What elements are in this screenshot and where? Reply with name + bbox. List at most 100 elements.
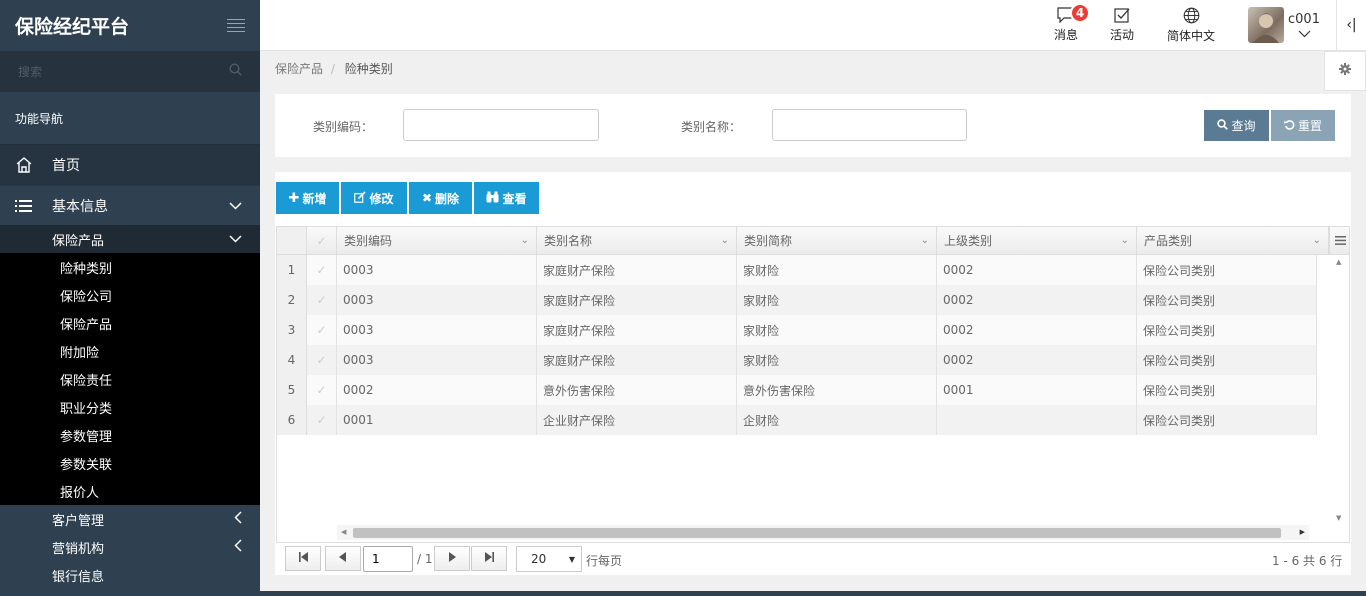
- menu-toggle-icon[interactable]: [227, 18, 245, 33]
- sidebar-item-bank[interactable]: 银行信息: [0, 561, 260, 589]
- sidebar: 保险经纪平台 功能导航 首页 基本信息 保险产品 险种类别 保险公司 保险: [0, 0, 260, 596]
- select-all-checkbox[interactable]: ✓: [307, 227, 337, 254]
- category-code-cell: 0002: [337, 375, 537, 405]
- search-button[interactable]: 查询: [1204, 110, 1269, 141]
- category-code-cell: 0001: [337, 405, 537, 435]
- scroll-thumb[interactable]: [353, 528, 1281, 538]
- parent-category-cell: 0002: [937, 315, 1137, 345]
- scroll-up-icon[interactable]: ▲: [1336, 258, 1341, 266]
- sidebar-item-customer[interactable]: 客户管理: [0, 505, 260, 533]
- check-icon: ✓: [316, 263, 327, 277]
- category-short-cell: 家财险: [737, 345, 937, 375]
- sidebar-item-liability[interactable]: 保险责任: [0, 365, 260, 393]
- code-label: 类别编码：: [313, 120, 374, 134]
- avatar[interactable]: [1248, 7, 1284, 43]
- column-header[interactable]: 类别编码 ⌄: [337, 227, 537, 254]
- code-input[interactable]: [403, 109, 599, 141]
- page-number-input[interactable]: [363, 546, 413, 572]
- sidebar-item-quoter[interactable]: 报价人: [0, 477, 260, 505]
- column-header[interactable]: 类别简称 ⌄: [737, 227, 937, 254]
- row-checkbox[interactable]: ✓: [307, 255, 337, 285]
- row-checkbox[interactable]: ✓: [307, 345, 337, 375]
- language-button[interactable]: 简体中文: [1166, 0, 1216, 50]
- row-checkbox[interactable]: ✓: [307, 315, 337, 345]
- vertical-scrollbar[interactable]: ▲ ▼: [1331, 255, 1349, 525]
- row-number: 1: [277, 255, 307, 285]
- table-row[interactable]: 3 ✓ 0003 家庭财产保险 家财险 0002 保险公司类别: [277, 315, 1317, 345]
- sidebar-item-marketing[interactable]: 营销机构: [0, 533, 260, 561]
- view-button[interactable]: 查看: [474, 182, 539, 214]
- sidebar-item-label: 营销机构: [52, 541, 105, 557]
- search-icon[interactable]: [229, 63, 242, 80]
- check-icon: ✓: [316, 323, 327, 337]
- edit-label: 修改: [369, 191, 394, 206]
- close-icon: ✖: [421, 191, 433, 205]
- sidebar-item-label: 保险产品: [52, 233, 105, 249]
- sidebar-search-input[interactable]: [18, 64, 198, 79]
- first-page-button[interactable]: [285, 546, 321, 571]
- logo-bar: 保险经纪平台: [0, 0, 260, 51]
- breadcrumb-parent[interactable]: 保险产品: [275, 62, 323, 76]
- name-label: 类别名称：: [681, 120, 742, 134]
- table-row[interactable]: 1 ✓ 0003 家庭财产保险 家财险 0002 保险公司类别: [277, 255, 1317, 285]
- sidebar-item-category[interactable]: 险种类别: [0, 253, 260, 281]
- column-header-label: 类别简称: [744, 234, 793, 248]
- table-row[interactable]: 2 ✓ 0003 家庭财产保险 家财险 0002 保险公司类别: [277, 285, 1317, 315]
- plus-icon: ✚: [288, 190, 300, 206]
- sidebar-item-basic-info[interactable]: 基本信息: [0, 185, 260, 225]
- column-header-label: 类别名称: [544, 234, 593, 248]
- gear-icon: [1339, 63, 1351, 79]
- category-name-cell: 家庭财产保险: [537, 345, 737, 375]
- sidebar-item-company[interactable]: 保险公司: [0, 281, 260, 309]
- user-menu[interactable]: c001: [1286, 0, 1322, 50]
- sidebar-item-rider[interactable]: 附加险: [0, 337, 260, 365]
- table-row[interactable]: 5 ✓ 0002 意外伤害保险 意外伤害保险 0001 保险公司类别: [277, 375, 1317, 405]
- activity-button[interactable]: 活动: [1108, 0, 1136, 50]
- reset-button[interactable]: 重置: [1271, 110, 1335, 141]
- collapse-button[interactable]: ‹|: [1336, 0, 1366, 50]
- home-icon: [15, 156, 37, 174]
- view-label: 查看: [502, 191, 527, 206]
- next-page-button[interactable]: [434, 546, 470, 571]
- column-header[interactable]: 类别名称 ⌄: [537, 227, 737, 254]
- edit-button[interactable]: 修改: [341, 182, 407, 214]
- sidebar-item-home[interactable]: 首页: [0, 145, 260, 185]
- product-category-cell: 保险公司类别: [1137, 285, 1317, 315]
- sidebar-item-insurance-products[interactable]: 保险产品: [0, 225, 260, 253]
- column-header-label: 类别编码: [344, 234, 393, 248]
- table-row[interactable]: 4 ✓ 0003 家庭财产保险 家财险 0002 保险公司类别: [277, 345, 1317, 375]
- sidebar-item-product[interactable]: 保险产品: [0, 309, 260, 337]
- name-input[interactable]: [772, 109, 967, 141]
- column-menu-button[interactable]: [1329, 227, 1349, 254]
- row-number: 3: [277, 315, 307, 345]
- page-size-select[interactable]: 20 ▼: [516, 546, 582, 572]
- prev-page-button[interactable]: [325, 546, 361, 571]
- product-category-cell: 保险公司类别: [1137, 315, 1317, 345]
- check-icon: ✓: [316, 383, 327, 397]
- search-icon: [1217, 118, 1229, 133]
- checkbox-icon: [1113, 7, 1131, 26]
- column-header[interactable]: 产品类别 ⌄: [1137, 227, 1329, 254]
- scroll-down-icon[interactable]: ▼: [1336, 514, 1341, 522]
- row-checkbox[interactable]: ✓: [307, 285, 337, 315]
- category-name-cell: 家庭财产保险: [537, 255, 737, 285]
- messages-button[interactable]: 消息 4: [1052, 0, 1090, 50]
- query-panel: 类别编码： 类别名称： 查询 重置: [275, 94, 1351, 157]
- last-page-button[interactable]: [471, 546, 507, 571]
- settings-button[interactable]: [1324, 51, 1366, 91]
- scroll-right-icon[interactable]: ▶: [1300, 528, 1305, 536]
- scroll-left-icon[interactable]: ◀: [341, 528, 346, 536]
- sidebar-item-params[interactable]: 参数管理: [0, 421, 260, 449]
- row-checkbox[interactable]: ✓: [307, 405, 337, 435]
- horizontal-scrollbar[interactable]: ◀ ▶: [337, 525, 1309, 540]
- column-header[interactable]: 上级类别 ⌄: [937, 227, 1137, 254]
- table-row[interactable]: 6 ✓ 0001 企业财产保险 企财险 保险公司类别: [277, 405, 1317, 435]
- chevron-down-icon: [229, 198, 242, 214]
- add-button[interactable]: ✚ 新增: [276, 182, 339, 214]
- row-checkbox[interactable]: ✓: [307, 375, 337, 405]
- undo-icon: [1283, 119, 1295, 133]
- sidebar-item-occupation[interactable]: 职业分类: [0, 393, 260, 421]
- parent-category-cell: 0002: [937, 285, 1137, 315]
- delete-button[interactable]: ✖ 删除: [409, 182, 472, 214]
- sidebar-item-param-links[interactable]: 参数关联: [0, 449, 260, 477]
